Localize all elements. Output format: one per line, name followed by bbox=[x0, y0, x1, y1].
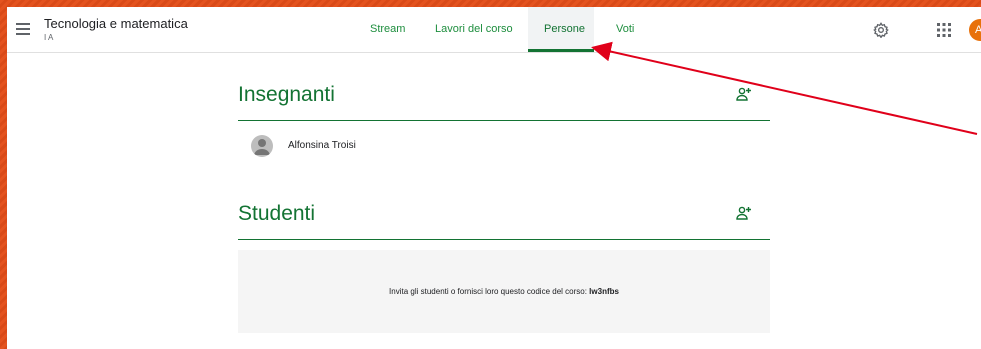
invite-message: Invita gli studenti o fornisci loro ques… bbox=[238, 287, 770, 296]
classroom-window: Tecnologia e matematica I A Stream Lavor… bbox=[7, 7, 981, 349]
class-code[interactable]: lw3nfbs bbox=[589, 287, 619, 296]
active-tab-underline bbox=[528, 49, 594, 52]
main-menu-icon[interactable] bbox=[16, 23, 30, 35]
teacher-avatar bbox=[251, 135, 273, 157]
tab-persone[interactable]: Persone bbox=[544, 23, 585, 35]
top-bar: Tecnologia e matematica I A Stream Lavor… bbox=[7, 7, 981, 53]
class-section: I A bbox=[44, 33, 54, 42]
invite-text: Invita gli studenti o fornisci loro ques… bbox=[389, 287, 587, 296]
account-avatar[interactable]: A bbox=[969, 19, 981, 41]
invite-panel: Invita gli studenti o fornisci loro ques… bbox=[238, 250, 770, 333]
tab-voti[interactable]: Voti bbox=[616, 23, 634, 35]
invite-student-icon[interactable] bbox=[736, 206, 752, 220]
students-divider bbox=[238, 239, 770, 240]
apps-grid-icon[interactable] bbox=[937, 23, 951, 37]
teachers-divider bbox=[238, 120, 770, 121]
tab-lavori-del-corso[interactable]: Lavori del corso bbox=[435, 23, 513, 35]
teachers-heading: Insegnanti bbox=[238, 83, 335, 106]
students-heading: Studenti bbox=[238, 202, 316, 225]
settings-gear-icon[interactable] bbox=[873, 22, 889, 38]
invite-teacher-icon[interactable] bbox=[736, 87, 752, 101]
class-title[interactable]: Tecnologia e matematica bbox=[44, 16, 188, 31]
tab-stream[interactable]: Stream bbox=[370, 23, 405, 35]
teacher-name: Alfonsina Troisi bbox=[288, 140, 356, 151]
person-icon bbox=[254, 139, 270, 155]
